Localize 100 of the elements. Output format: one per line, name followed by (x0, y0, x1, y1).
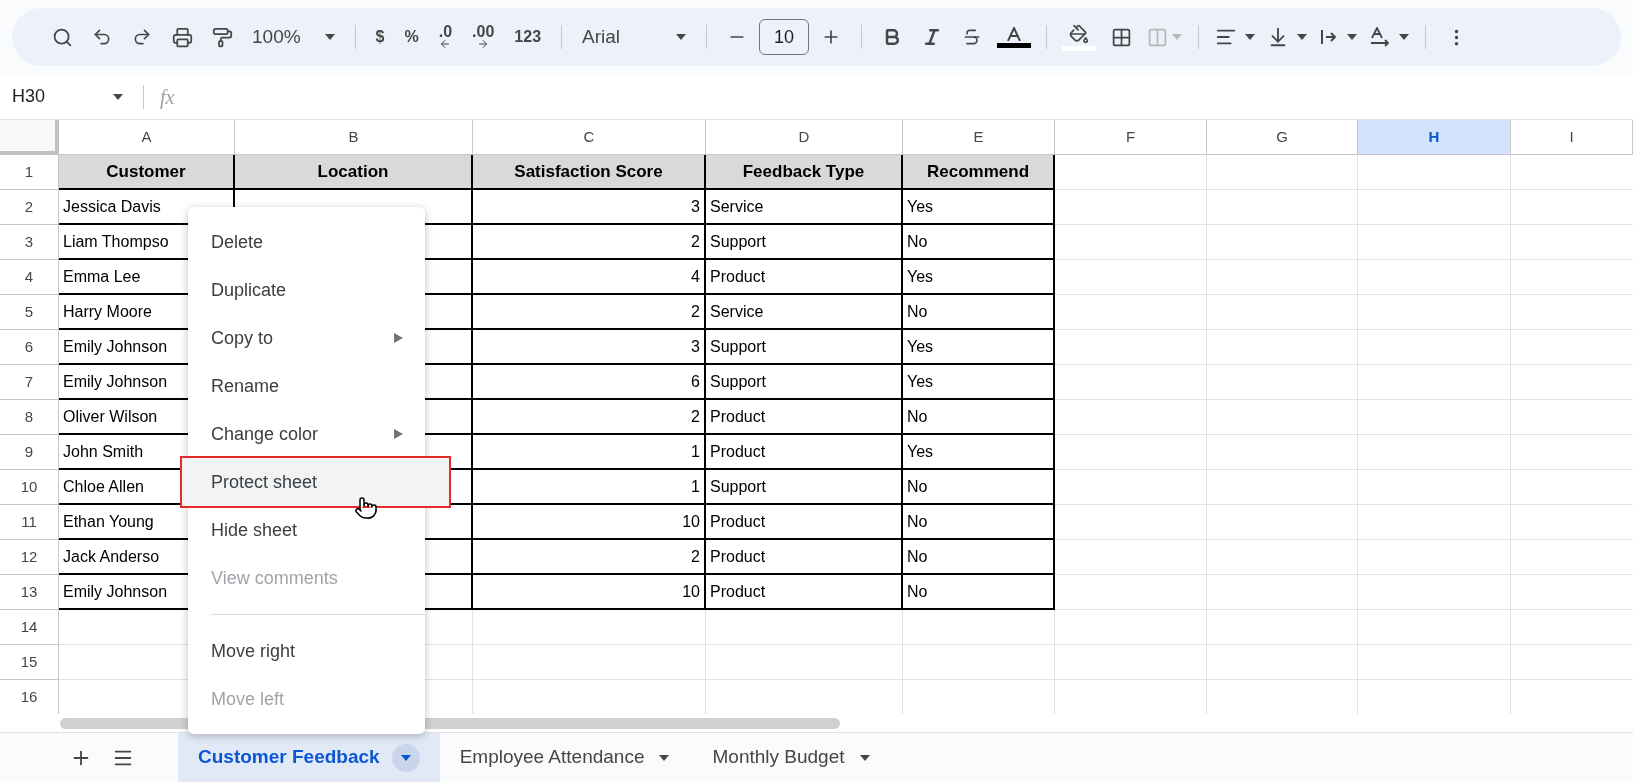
column-header[interactable]: C (473, 120, 706, 155)
menu-item[interactable]: Delete (188, 218, 425, 266)
sheet-tab[interactable]: Customer Feedback (178, 733, 440, 782)
empty-cell[interactable] (1055, 645, 1207, 680)
row-number[interactable]: 10 (0, 470, 59, 505)
empty-cell[interactable] (1055, 575, 1207, 610)
empty-cell[interactable] (1055, 505, 1207, 540)
font-size-field[interactable]: 10 (759, 19, 810, 55)
empty-cell[interactable] (1358, 610, 1511, 645)
row-number[interactable]: 1 (0, 155, 59, 190)
empty-cell[interactable] (1358, 435, 1511, 470)
empty-cell[interactable] (1055, 190, 1207, 225)
menu-item[interactable]: Duplicate (188, 266, 425, 314)
format-button[interactable]: $ (367, 19, 393, 55)
row-number[interactable]: 6 (0, 330, 59, 365)
empty-cell[interactable] (1358, 330, 1511, 365)
empty-cell[interactable] (1207, 190, 1358, 225)
column-header[interactable]: H (1358, 120, 1511, 155)
row-number[interactable]: 2 (0, 190, 59, 225)
row-number[interactable]: 14 (0, 610, 59, 645)
empty-cell[interactable] (1207, 575, 1358, 610)
column-header[interactable]: A (59, 120, 235, 155)
empty-cell[interactable] (903, 610, 1055, 645)
empty-cell[interactable] (1207, 540, 1358, 575)
table-cell-text: 1 (691, 476, 700, 497)
empty-cell[interactable] (1358, 645, 1511, 680)
table-cell-text: 4 (691, 266, 700, 287)
sheet-tab[interactable]: Employee Attendance (439, 733, 693, 782)
row-number[interactable]: 12 (0, 540, 59, 575)
format-button[interactable]: % (396, 19, 427, 55)
empty-cell[interactable] (1207, 610, 1358, 645)
empty-cell[interactable] (1055, 365, 1207, 400)
empty-cell[interactable] (1207, 470, 1358, 505)
select-all-corner[interactable] (0, 120, 59, 155)
table-cell-text: 3 (691, 196, 700, 217)
font-dropdown[interactable]: Arial (574, 19, 695, 55)
empty-cell[interactable] (1358, 470, 1511, 505)
empty-cell[interactable] (1055, 435, 1207, 470)
column-header[interactable]: B (235, 120, 473, 155)
row-number[interactable]: 13 (0, 575, 59, 610)
empty-cell[interactable] (1358, 400, 1511, 435)
empty-cell[interactable] (1207, 400, 1358, 435)
empty-cell[interactable] (1358, 155, 1511, 190)
empty-cell[interactable] (1055, 330, 1207, 365)
empty-cell[interactable] (1207, 155, 1358, 190)
menu-item[interactable]: Hide sheet (188, 506, 425, 554)
empty-cell[interactable] (1358, 260, 1511, 295)
empty-cell[interactable] (1207, 260, 1358, 295)
menu-item[interactable]: Change color (188, 410, 425, 458)
empty-cell[interactable] (903, 645, 1055, 680)
empty-cell[interactable] (1207, 225, 1358, 260)
empty-cell[interactable] (1358, 365, 1511, 400)
format-button[interactable]: .00 (464, 19, 503, 55)
caret-icon (1399, 34, 1410, 40)
empty-cell[interactable] (1055, 260, 1207, 295)
empty-cell[interactable] (473, 645, 706, 680)
empty-cell[interactable] (1358, 505, 1511, 540)
column-header[interactable]: E (903, 120, 1055, 155)
empty-cell[interactable] (706, 610, 903, 645)
empty-cell[interactable] (1358, 225, 1511, 260)
row-number[interactable]: 4 (0, 260, 59, 295)
table-cell-text: No (907, 581, 928, 602)
empty-cell[interactable] (473, 610, 706, 645)
empty-cell[interactable] (1055, 295, 1207, 330)
empty-cell[interactable] (1207, 295, 1358, 330)
format-button[interactable]: 123 (506, 19, 550, 55)
column-header[interactable]: I (1511, 120, 1633, 155)
empty-cell[interactable] (1207, 505, 1358, 540)
empty-cell[interactable] (1358, 575, 1511, 610)
column-header[interactable]: D (706, 120, 903, 155)
row-number[interactable]: 9 (0, 435, 59, 470)
row-number[interactable]: 3 (0, 225, 59, 260)
row-number[interactable]: 11 (0, 505, 59, 540)
column-header[interactable]: F (1055, 120, 1207, 155)
empty-cell[interactable] (1207, 365, 1358, 400)
empty-cell[interactable] (1055, 225, 1207, 260)
empty-cell[interactable] (1358, 295, 1511, 330)
row-number[interactable]: 8 (0, 400, 59, 435)
row-number[interactable]: 5 (0, 295, 59, 330)
empty-cell[interactable] (1207, 330, 1358, 365)
format-button[interactable]: .0 (430, 19, 461, 55)
row-number[interactable]: 7 (0, 365, 59, 400)
empty-cell[interactable] (1358, 190, 1511, 225)
row-number[interactable]: 15 (0, 645, 59, 680)
empty-cell[interactable] (1055, 470, 1207, 505)
table-cell-text: Emily Johnson (63, 581, 168, 602)
empty-cell[interactable] (1207, 645, 1358, 680)
sheet-tab[interactable]: Monthly Budget (692, 733, 893, 782)
empty-cell[interactable] (1207, 435, 1358, 470)
zoom-dropdown[interactable]: 100% (244, 19, 343, 55)
name-box[interactable]: H30 (0, 83, 135, 110)
empty-cell[interactable] (1055, 400, 1207, 435)
column-header[interactable]: G (1207, 120, 1358, 155)
menu-item[interactable]: Rename (188, 362, 425, 410)
empty-cell[interactable] (1358, 540, 1511, 575)
menu-item[interactable]: Copy to (188, 314, 425, 362)
empty-cell[interactable] (706, 645, 903, 680)
empty-cell[interactable] (1055, 540, 1207, 575)
menu-item[interactable]: Move right (188, 627, 425, 675)
empty-cell[interactable] (1055, 610, 1207, 645)
